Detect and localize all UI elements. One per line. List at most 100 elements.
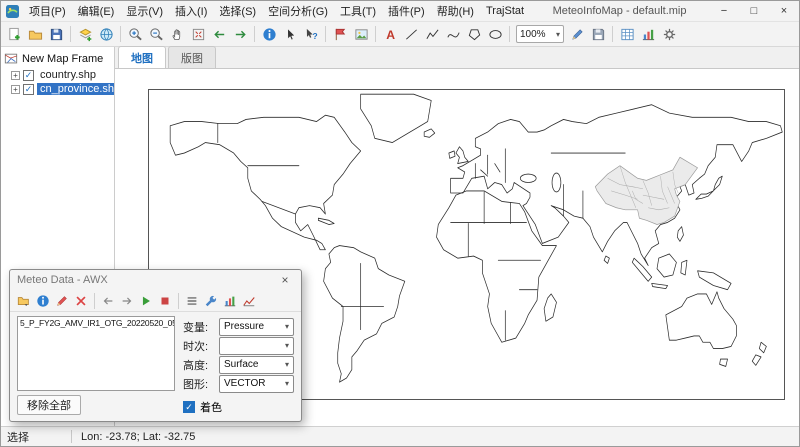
draw-icon <box>55 294 69 308</box>
field-label: 高度: <box>183 357 215 373</box>
field-select[interactable]: Surface <box>219 356 294 374</box>
menu-item[interactable]: 显示(V) <box>120 3 169 19</box>
new-button[interactable] <box>4 24 24 44</box>
info-button[interactable] <box>259 24 279 44</box>
menu-item[interactable]: 帮助(H) <box>431 3 480 19</box>
app-logo-icon <box>6 5 19 18</box>
zoom-level-select[interactable]: 100% <box>516 25 564 43</box>
prev-button[interactable] <box>99 292 117 310</box>
line-button[interactable] <box>401 24 421 44</box>
open-file-button[interactable] <box>15 292 33 310</box>
save-image-button[interactable] <box>588 24 608 44</box>
map-frame-node[interactable]: New Map Frame <box>1 50 114 68</box>
pan-button[interactable] <box>167 24 187 44</box>
list-item[interactable]: 5_P_FY2G_AMV_IR1_OTG_20220520_0530.AWX <box>18 317 174 329</box>
zoom-in-button[interactable] <box>125 24 145 44</box>
ellipse-button[interactable] <box>485 24 505 44</box>
globe-button[interactable] <box>96 24 116 44</box>
toolbar-separator <box>94 293 95 309</box>
minimize-button[interactable]: − <box>709 1 739 21</box>
toolbar-separator <box>375 26 376 42</box>
line-chart-button[interactable] <box>240 292 258 310</box>
bar-chart-button[interactable] <box>221 292 239 310</box>
layer-item[interactable]: cn_province.shp <box>1 82 114 96</box>
add-layer-button[interactable] <box>75 24 95 44</box>
menu-item[interactable]: 插入(I) <box>169 3 213 19</box>
file-list[interactable]: 5_P_FY2G_AMV_IR1_OTG_20220520_0530.AWX <box>17 316 175 391</box>
chart-button[interactable] <box>638 24 658 44</box>
stop-button[interactable] <box>156 292 174 310</box>
line-chart-icon <box>242 294 256 308</box>
text-icon: A <box>383 27 398 42</box>
prev-extent-button[interactable] <box>209 24 229 44</box>
animate-button[interactable] <box>137 292 155 310</box>
remove-all-button[interactable]: 移除全部 <box>17 395 81 415</box>
sections-icon <box>185 294 199 308</box>
next-extent-button[interactable] <box>230 24 250 44</box>
menu-item[interactable]: 插件(P) <box>382 3 431 19</box>
field-row: 时次: <box>183 336 294 355</box>
field-select[interactable]: VECTOR <box>219 375 294 393</box>
maximize-button[interactable]: □ <box>739 1 769 21</box>
layer-label[interactable]: country.shp <box>37 69 99 81</box>
map-frame-label: New Map Frame <box>22 53 103 65</box>
menu-item[interactable]: 空间分析(G) <box>262 3 334 19</box>
app-window: 项目(P)编辑(E)显示(V)插入(I)选择(S)空间分析(G)工具(T)插件(… <box>0 0 800 447</box>
save-button[interactable] <box>46 24 66 44</box>
draw-button[interactable] <box>53 292 71 310</box>
settings-icon <box>204 294 218 308</box>
curve-button[interactable] <box>443 24 463 44</box>
layer-label[interactable]: cn_province.shp <box>37 83 115 95</box>
line-icon <box>404 27 419 42</box>
open-icon <box>28 27 43 42</box>
menu-item[interactable]: 项目(P) <box>23 3 72 19</box>
view-tab[interactable]: 版图 <box>168 46 216 68</box>
open-button[interactable] <box>25 24 45 44</box>
menu-item[interactable]: TrajStat <box>480 5 530 17</box>
meteo-data-dialog: Meteo Data - AWX × 5_P_FY2G_AMV_IR1_OTG_… <box>9 269 302 422</box>
settings-button[interactable] <box>659 24 679 44</box>
field-select[interactable] <box>219 337 294 355</box>
menu-item[interactable]: 编辑(E) <box>72 3 121 19</box>
layer-item[interactable]: country.shp <box>1 68 114 82</box>
save-icon <box>49 27 64 42</box>
menu-item[interactable]: 选择(S) <box>213 3 262 19</box>
open-file-icon <box>17 294 31 308</box>
layers-flag-button[interactable] <box>330 24 350 44</box>
dialog-close-button[interactable]: × <box>276 273 294 287</box>
main-toolbar: ? A 100% <box>1 21 799 47</box>
text-button[interactable]: A <box>380 24 400 44</box>
shading-checkbox[interactable] <box>183 401 195 413</box>
remove-button[interactable] <box>72 292 90 310</box>
dialog-titlebar[interactable]: Meteo Data - AWX × <box>10 270 301 290</box>
identify-icon: ? <box>304 27 319 42</box>
menu-item[interactable]: 工具(T) <box>334 3 382 19</box>
chart-icon <box>641 27 656 42</box>
polygon-button[interactable] <box>464 24 484 44</box>
pen-button[interactable] <box>567 24 587 44</box>
layer-checkbox[interactable] <box>23 70 34 81</box>
expander-icon[interactable] <box>11 71 20 80</box>
expander-icon[interactable] <box>11 85 20 94</box>
close-button[interactable]: × <box>769 1 799 21</box>
identify-button[interactable]: ? <box>301 24 321 44</box>
polyline-button[interactable] <box>422 24 442 44</box>
next-button[interactable] <box>118 292 136 310</box>
data-info-button[interactable] <box>34 292 52 310</box>
full-extent-button[interactable] <box>188 24 208 44</box>
shading-label[interactable]: 着色 <box>200 399 222 415</box>
status-mode: 选择 <box>7 429 71 445</box>
sections-button[interactable] <box>183 292 201 310</box>
field-select[interactable]: Pressure <box>219 318 294 336</box>
dialog-settings-button[interactable] <box>202 292 220 310</box>
zoom-out-button[interactable] <box>146 24 166 44</box>
toolbar-separator <box>325 26 326 42</box>
field-row: 变量: Pressure <box>183 317 294 336</box>
view-tab[interactable]: 地图 <box>118 46 166 68</box>
titlebar: 项目(P)编辑(E)显示(V)插入(I)选择(S)空间分析(G)工具(T)插件(… <box>1 1 799 21</box>
image-button[interactable] <box>351 24 371 44</box>
select-button[interactable] <box>280 24 300 44</box>
bar-chart-icon <box>223 294 237 308</box>
grid-button[interactable] <box>617 24 637 44</box>
layer-checkbox[interactable] <box>23 84 34 95</box>
